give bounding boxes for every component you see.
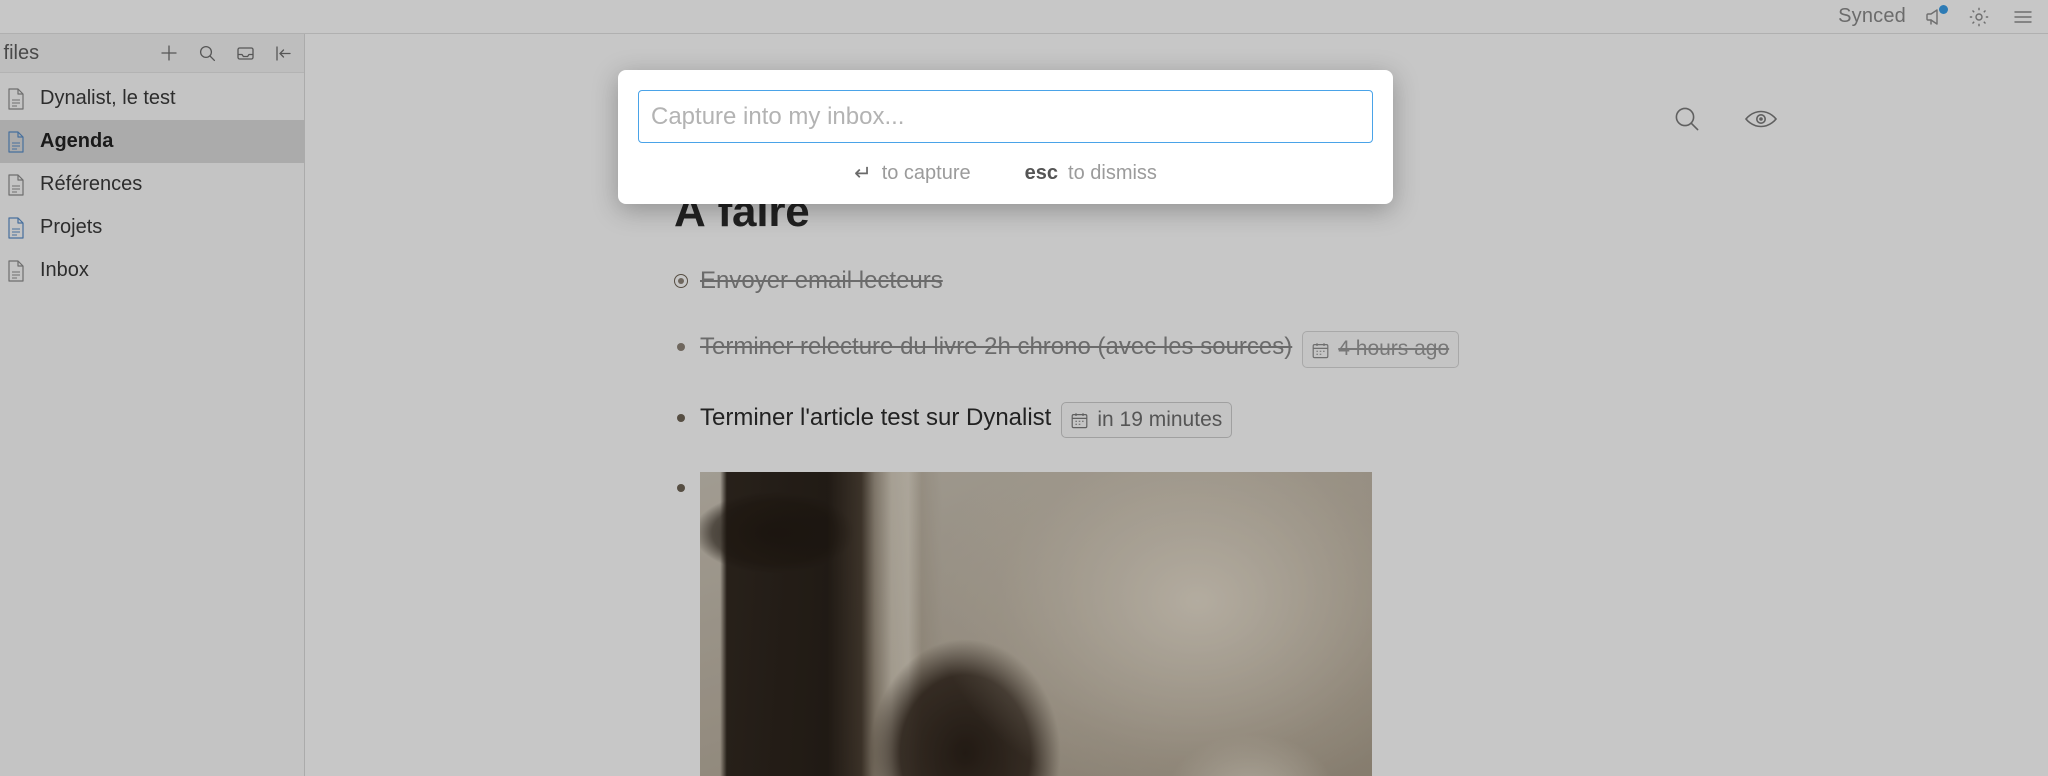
document-icon — [6, 87, 26, 111]
hamburger-menu-icon[interactable] — [2008, 2, 2038, 32]
bullet-ring-icon[interactable] — [674, 273, 688, 288]
megaphone-icon[interactable] — [1920, 2, 1950, 32]
hint-capture: ↵ to capture — [854, 161, 971, 186]
eye-preview-icon[interactable] — [1744, 102, 1778, 136]
gear-icon[interactable] — [1964, 2, 1994, 32]
due-date-badge[interactable]: 4 hours ago — [1302, 331, 1460, 368]
sync-status-label: Synced — [1838, 5, 1906, 27]
due-date-badge[interactable]: in 19 minutes — [1061, 401, 1233, 438]
sidebar-item-label: Dynalist, le test — [40, 87, 176, 109]
bullet-dot-icon[interactable] — [674, 481, 688, 495]
search-icon[interactable] — [196, 42, 218, 64]
capture-input[interactable] — [638, 90, 1373, 143]
sidebar-title: y files — [0, 41, 40, 64]
document-actions — [1670, 102, 1778, 136]
quick-capture-modal: ↵ to capture esc to dismiss — [618, 70, 1393, 204]
esc-key-label: esc — [1024, 162, 1059, 184]
document-icon — [6, 130, 26, 154]
sidebar-item-references[interactable]: Références — [0, 163, 304, 206]
document-icon — [6, 216, 26, 240]
sidebar-item-dynalist-le-test[interactable]: Dynalist, le test — [0, 77, 304, 120]
sidebar-header: y files — [0, 34, 304, 73]
sidebar-item-label: Agenda — [40, 130, 114, 152]
notification-dot — [1939, 4, 1948, 14]
sidebar: y files — [0, 34, 305, 776]
outline-item[interactable]: Envoyer email lecteurs — [674, 265, 1774, 297]
sidebar-item-label: Projets — [40, 216, 103, 238]
bullet-dot-icon[interactable] — [674, 411, 688, 425]
modal-hints: ↵ to capture esc to dismiss — [638, 143, 1373, 192]
hint-dismiss-label: to dismiss — [1068, 162, 1157, 184]
sidebar-item-inbox[interactable]: Inbox — [0, 249, 304, 292]
outline-item-text: Envoyer email lecteurs — [700, 266, 943, 294]
calendar-icon — [1311, 340, 1330, 359]
add-file-icon[interactable] — [158, 42, 180, 64]
sidebar-item-label: Références — [40, 173, 143, 195]
search-document-icon[interactable] — [1670, 102, 1704, 136]
document-icon — [6, 173, 26, 197]
inbox-icon[interactable] — [234, 42, 256, 64]
enter-key-label: ↵ — [854, 162, 872, 185]
collapse-sidebar-icon[interactable] — [272, 42, 294, 64]
due-date-text: in 19 minutes — [1097, 407, 1223, 431]
top-header-bar: Synced — [0, 0, 2048, 34]
outline-item-image[interactable] — [674, 471, 1774, 776]
sidebar-item-agenda[interactable]: Agenda — [0, 120, 304, 163]
hint-dismiss: esc to dismiss — [1025, 162, 1157, 185]
outline-list: Envoyer email lecteurs Terminer relectur… — [674, 239, 1774, 776]
outline-item-text: Terminer relecture du livre 2h chrono (a… — [700, 333, 1293, 361]
sepia-portrait-photo — [700, 471, 1372, 776]
document-icon — [6, 259, 26, 283]
app-root: Synced y fi — [0, 0, 2048, 776]
outline-item-text: Terminer l'article test sur Dynalist — [700, 403, 1052, 431]
hint-capture-label: to capture — [881, 162, 971, 184]
calendar-icon — [1070, 410, 1089, 429]
outline-item[interactable]: Terminer l'article test sur Dynalist in … — [674, 401, 1774, 438]
file-list: Dynalist, le test Agenda Références Proj… — [0, 73, 304, 292]
bullet-dot-icon[interactable] — [674, 340, 688, 354]
due-date-text: 4 hours ago — [1338, 337, 1450, 361]
sidebar-item-projets[interactable]: Projets — [0, 206, 304, 249]
outline-item[interactable]: Terminer relecture du livre 2h chrono (a… — [674, 331, 1774, 368]
topbar-right-group: Synced — [1838, 0, 2038, 33]
sidebar-item-label: Inbox — [40, 259, 89, 281]
sidebar-toolbar — [158, 42, 294, 64]
